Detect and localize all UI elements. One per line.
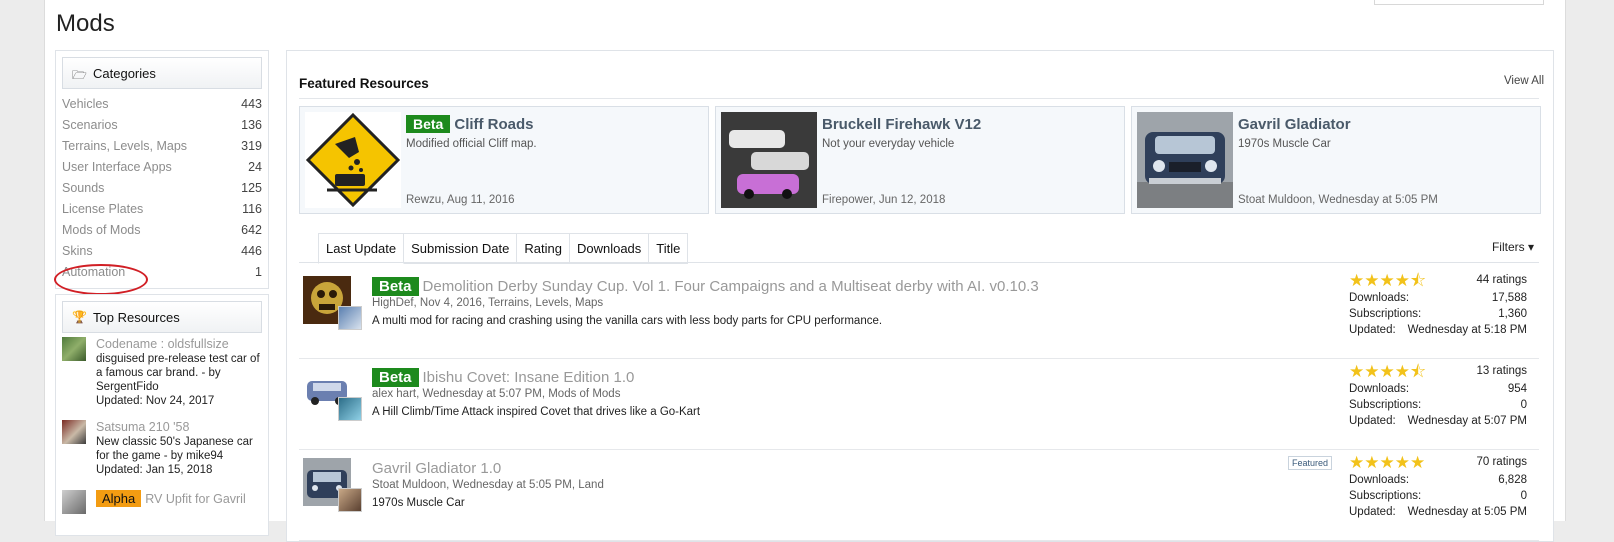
featured-card-subtitle: Modified official Cliff map. [406,138,537,150]
alpha-badge: Alpha [96,490,142,507]
resource-meta: Stoat Muldoon, Wednesday at 5:05 PM, Lan… [372,479,604,491]
folder-icon: 🗁 [72,68,87,82]
featured-card[interactable]: Beta Cliff Roads Modified official Cliff … [299,106,709,214]
featured-heading: Featured Resources [299,76,429,91]
tab-title[interactable]: Title [649,233,689,264]
resource-thumbnail[interactable] [62,490,86,514]
resource-desc: A Hill Climb/Time Attack inspired Covet … [372,406,701,418]
top-resources-header: 🏆 Top Resources [62,301,262,333]
top-resource-item[interactable]: Satsuma 210 '58 New classic 50's Japanes… [62,420,262,480]
sort-tabs: Last Update Submission Date Rating Downl… [318,233,689,264]
tab-downloads[interactable]: Downloads [569,233,650,264]
beta-badge: Beta [406,115,451,133]
categories-header: 🗁 Categories [62,57,262,89]
category-vehicles[interactable]: Vehicles 443 [62,95,262,116]
author-avatar[interactable] [338,488,362,512]
resource-desc: A multi mod for racing and crashing usin… [372,315,883,327]
resource-row[interactable]: Beta Ibishu Covet: Insane Edition 1.0 ale… [299,359,1539,450]
resource-row[interactable]: Gavril Gladiator 1.0 Stoat Muldoon, Wedn… [299,450,1539,541]
beta-badge: Beta [372,277,419,296]
divider [299,262,1539,263]
gladiator-image[interactable] [1137,112,1233,208]
featured-card-meta: Firepower, Jun 12, 2018 [822,194,946,206]
star-rating-icon: ★★★★⯪ [1349,271,1427,290]
top-resource-item[interactable]: Alpha RV Upfit for Gavril [62,490,262,514]
resource-version: v0.10.3 [989,278,1039,295]
featured-card-subtitle: 1970s Muscle Car [1238,138,1331,150]
resource-stats: ★★★★⯪ 13 ratings Downloads: 954 Subscripti… [1349,362,1527,428]
featured-card-title[interactable]: Beta Cliff Roads [406,115,534,133]
page-title: Mods [56,10,115,37]
firehawk-image[interactable] [721,112,817,208]
category-terrains[interactable]: Terrains, Levels, Maps 319 [62,137,262,158]
resource-stats: ★★★★⯪ 44 ratings Downloads: 17,588 Subscri… [1349,271,1527,337]
resource-version: 1.0 [613,369,635,386]
categories-block: 🗁 Categories Vehicles 443 Scenarios 136 Te… [55,50,269,289]
featured-card[interactable]: Gavril Gladiator 1970s Muscle Car Stoat … [1131,106,1541,214]
featured-badge: Featured [1288,456,1333,470]
star-rating-icon: ★★★★⯪ [1349,362,1427,381]
filters-button[interactable]: Filters ▾ [1492,240,1534,254]
tab-submission-date[interactable]: Submission Date [404,233,518,264]
divider [299,98,1539,99]
view-all-link[interactable]: View All [1504,75,1544,87]
tab-last-update[interactable]: Last Update [318,233,405,264]
featured-card-title[interactable]: Bruckell Firehawk V12 [822,116,981,133]
resource-thumbnail[interactable] [62,420,86,444]
resource-version: 1.0 [480,460,502,477]
author-link[interactable]: Rewzu [406,194,441,206]
featured-card[interactable]: Bruckell Firehawk V12 Not your everyday … [715,106,1125,214]
caret-down-icon: ▾ [1527,240,1534,254]
category-license-plates[interactable]: License Plates 116 [62,200,262,221]
top-resource-item[interactable]: Codename : oldsfullsize disguised pre-re… [62,337,262,407]
category-scenarios[interactable]: Scenarios 136 [62,116,262,137]
category-ui-apps[interactable]: User Interface Apps 24 [62,158,262,179]
author-avatar[interactable] [338,397,362,421]
category-sounds[interactable]: Sounds 125 [62,179,262,200]
resource-row[interactable]: Beta Demolition Derby Sunday Cup. Vol 1. … [299,268,1539,359]
author-link[interactable]: Firepower [822,194,873,206]
cliff-sign-image[interactable] [305,112,401,208]
resource-title-link[interactable]: Gavril Gladiator 1.0 [372,460,501,477]
resource-title-link[interactable]: Alpha RV Upfit for Gavril [96,490,246,507]
featured-card-meta: Stoat Muldoon, Wednesday at 5:05 PM [1238,194,1438,206]
tab-rating[interactable]: Rating [517,233,570,264]
resource-meta: alex hart, Wednesday at 5:07 PM, Mods of… [372,388,621,400]
resource-thumbnail[interactable] [62,337,86,361]
resource-desc: disguised pre-release test car of a famo… [96,353,260,407]
featured-card-meta: Rewzu, Aug 11, 2016 [406,194,515,206]
featured-card-subtitle: Not your everyday vehicle [822,138,955,150]
resource-stats: ★★★★★ 70 ratings Downloads: 6,828 Subscrip… [1349,453,1527,519]
author-link[interactable]: Stoat Muldoon [1238,194,1312,206]
resource-desc: 1970s Muscle Car [372,497,465,509]
resource-title-link[interactable]: Beta Demolition Derby Sunday Cup. Vol 1. … [372,277,1039,296]
resource-desc: New classic 50's Japanese car for the ga… [96,436,253,476]
trophy-icon: 🏆 [72,310,87,324]
category-mods-of-mods[interactable]: Mods of Mods 642 [62,221,262,242]
featured-card-title[interactable]: Gavril Gladiator [1238,116,1351,133]
resource-title-link[interactable]: Beta Ibishu Covet: Insane Edition 1.0 [372,368,635,387]
search-input[interactable] [1374,0,1544,5]
resource-title-link[interactable]: Codename : oldsfullsize [96,337,229,351]
resource-meta: HighDef, Nov 4, 2016, Terrains, Levels, … [372,297,604,309]
beta-badge: Beta [372,368,419,387]
star-rating-icon: ★★★★★ [1349,453,1426,472]
top-resources-block: 🏆 Top Resources Codename : oldsfullsize … [55,294,269,536]
annotation-circle [54,264,148,295]
resource-title-link[interactable]: Satsuma 210 '58 [96,420,189,434]
category-skins[interactable]: Skins 446 [62,242,262,263]
author-avatar[interactable] [338,306,362,330]
